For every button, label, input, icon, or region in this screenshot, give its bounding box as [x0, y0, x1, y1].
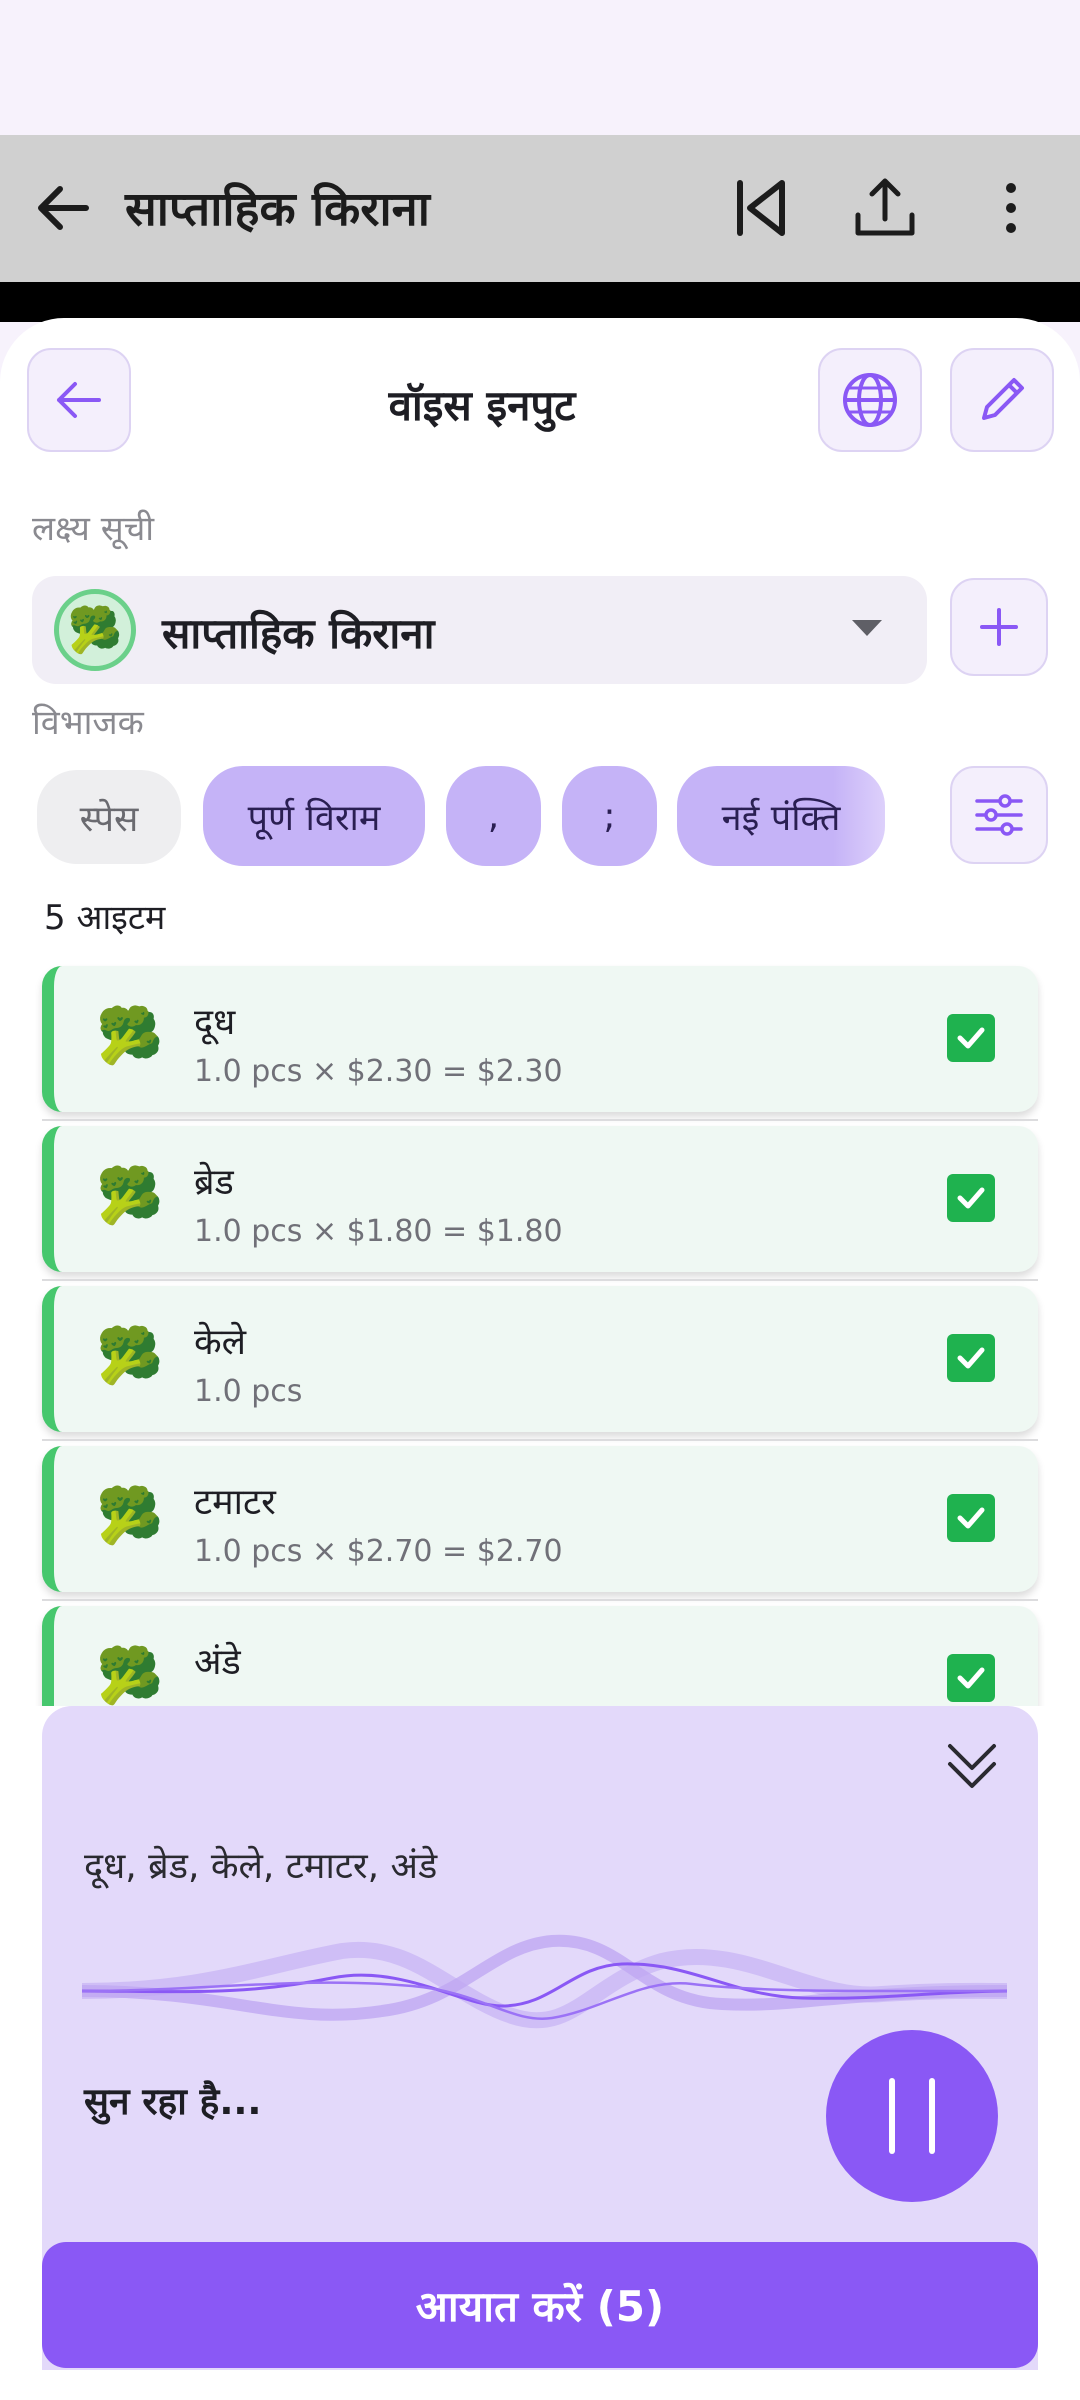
back-arrow-icon[interactable] — [28, 173, 98, 243]
item-checkbox[interactable] — [947, 1174, 995, 1222]
item-checkbox[interactable] — [947, 1334, 995, 1382]
pencil-icon — [982, 378, 1024, 420]
list-item[interactable]: 🥦 टमाटर 1.0 pcs × $2.70 = $2.70 — [42, 1446, 1038, 1592]
divider — [42, 1599, 1038, 1601]
broccoli-icon: 🥦 — [96, 1004, 164, 1067]
edit-button[interactable] — [950, 348, 1054, 452]
pause-icon — [889, 2078, 895, 2154]
item-checkbox[interactable] — [947, 1654, 995, 1702]
pause-button[interactable] — [826, 2030, 998, 2202]
broccoli-icon: 🥦 — [96, 1324, 164, 1387]
item-checkbox[interactable] — [947, 1494, 995, 1542]
broccoli-icon: 🥦 — [96, 1644, 164, 1706]
app-bar-title: साप्ताहिक किराना — [125, 182, 430, 237]
target-list-label: लक्ष्य सूची — [32, 509, 155, 549]
listening-status: सुन रहा है... — [84, 2080, 262, 2123]
chevron-down-icon — [852, 620, 882, 636]
divider — [42, 1119, 1038, 1121]
item-detail: 1.0 pcs × $2.70 = $2.70 — [194, 1534, 563, 1569]
item-name: केले — [194, 1322, 247, 1363]
broccoli-icon: 🥦 — [96, 1164, 164, 1227]
pause-icon — [929, 2078, 935, 2154]
system-scrim — [0, 282, 1080, 322]
item-name: दूध — [194, 1002, 236, 1043]
more-vertical-icon[interactable] — [968, 165, 1054, 251]
item-detail: 1.0 pcs × $2.30 = $2.30 — [194, 1054, 563, 1089]
check-icon — [957, 1187, 985, 1209]
item-detail: 1.0 pcs — [194, 1374, 303, 1409]
import-button[interactable]: आयात करें (5) — [42, 2242, 1038, 2368]
check-icon — [957, 1667, 985, 1689]
check-icon — [957, 1507, 985, 1529]
item-name: अंडे — [194, 1642, 241, 1683]
status-bar — [0, 0, 1080, 135]
collapse-chevrons-icon[interactable] — [942, 1736, 1002, 1796]
broccoli-icon: 🥦 — [96, 1484, 164, 1547]
share-icon[interactable] — [842, 165, 928, 251]
check-icon — [957, 1347, 985, 1369]
list-item[interactable]: 🥦 दूध 1.0 pcs × $2.30 = $2.30 — [42, 966, 1038, 1112]
divider — [42, 1439, 1038, 1441]
divider — [42, 1279, 1038, 1281]
items-list: 🥦 दूध 1.0 pcs × $2.30 = $2.30 🥦 ब्रेड 1.… — [0, 640, 1080, 1706]
language-button[interactable] — [818, 348, 922, 452]
check-icon — [957, 1027, 985, 1049]
item-detail: 1.0 pcs × $1.80 = $1.80 — [194, 1214, 563, 1249]
globe-icon — [843, 373, 897, 427]
voice-transcript: दूध, ब्रेड, केले, टमाटर, अंडे — [84, 1846, 438, 1887]
item-checkbox[interactable] — [947, 1014, 995, 1062]
item-name: टमाटर — [194, 1482, 276, 1523]
item-name: ब्रेड — [194, 1162, 234, 1203]
skip-previous-icon[interactable] — [718, 165, 804, 251]
list-item[interactable]: 🥦 ब्रेड 1.0 pcs × $1.80 = $1.80 — [42, 1126, 1038, 1272]
list-item[interactable]: 🥦 अंडे — [42, 1606, 1038, 1706]
list-item[interactable]: 🥦 केले 1.0 pcs — [42, 1286, 1038, 1432]
app-bar: साप्ताहिक किराना — [0, 135, 1080, 282]
